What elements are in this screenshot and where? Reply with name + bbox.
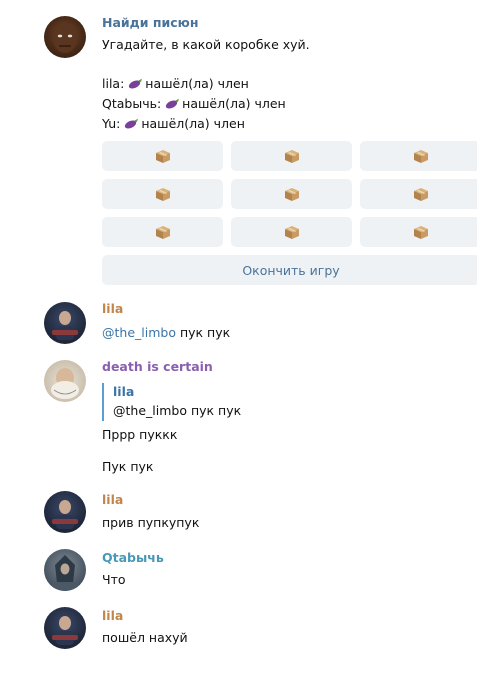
avatar[interactable]: [44, 607, 86, 649]
package-icon: [155, 149, 171, 164]
box-button[interactable]: [231, 179, 352, 209]
author-name[interactable]: lila: [102, 491, 477, 509]
avatar[interactable]: [44, 360, 86, 402]
message-text: Угадайте, в какой коробке хуй.: [102, 37, 310, 52]
author-name[interactable]: death is certain: [102, 358, 477, 376]
box-button[interactable]: [102, 141, 223, 171]
message-text-rest: пук пук: [175, 325, 231, 340]
box-button[interactable]: [102, 179, 223, 209]
author-name[interactable]: Qtabычь: [102, 549, 477, 567]
avatar[interactable]: [44, 302, 86, 344]
quote-author: lila: [113, 384, 135, 399]
result-line: Yu: нашёл(ла) член: [102, 114, 477, 134]
package-icon: [413, 225, 429, 240]
quote-text: @the_limbo пук пук: [113, 401, 241, 421]
result-user: Qtabычь:: [102, 96, 162, 111]
mention-link[interactable]: @the_limbo: [102, 325, 176, 340]
avatar[interactable]: [44, 16, 86, 58]
avatar[interactable]: [44, 549, 86, 591]
author-name[interactable]: lila: [102, 607, 477, 625]
package-icon: [413, 149, 429, 164]
package-icon: [284, 149, 300, 164]
result-line: Qtabычь: нашёл(ла) член: [102, 94, 477, 114]
author-name[interactable]: Найди писюн: [102, 14, 477, 32]
box-button[interactable]: [360, 141, 477, 171]
result-text: нашёл(ла) член: [145, 76, 249, 91]
message-text: пошёл нахуй: [102, 630, 188, 645]
message: Qtabычь Что: [0, 549, 477, 593]
result-text: нашёл(ла) член: [182, 96, 286, 111]
reply-quote[interactable]: lila @the_limbo пук пук: [102, 383, 241, 421]
message-text: Что: [102, 572, 126, 587]
package-icon: [284, 187, 300, 202]
eggplant-icon: [124, 118, 139, 129]
message: lila пошёл нахуй: [0, 607, 477, 651]
box-button[interactable]: [360, 179, 477, 209]
box-button[interactable]: [360, 217, 477, 247]
package-icon: [413, 187, 429, 202]
quote-mention: @the_limbo: [113, 403, 187, 418]
eggplant-icon: [165, 98, 180, 109]
package-icon: [284, 225, 300, 240]
finish-game-button[interactable]: Окончить игру: [102, 255, 477, 285]
message-text: @the_limbo пук пук: [102, 323, 477, 343]
result-line: lila: нашёл(ла) член: [102, 74, 477, 94]
author-name[interactable]: lila: [102, 300, 477, 318]
message-text: Пук пук: [102, 459, 154, 474]
result-text: нашёл(ла) член: [141, 116, 245, 131]
box-button[interactable]: [231, 141, 352, 171]
quote-text-rest: пук пук: [186, 403, 242, 418]
result-user: Yu:: [102, 116, 121, 131]
result-user: lila:: [102, 76, 125, 91]
message: lila прив пупкупук: [0, 491, 477, 535]
avatar[interactable]: [44, 491, 86, 533]
box-button[interactable]: [231, 217, 352, 247]
package-icon: [155, 187, 171, 202]
box-button[interactable]: [102, 217, 223, 247]
eggplant-icon: [128, 78, 143, 89]
package-icon: [155, 225, 171, 240]
message-text: Пррр пуккк: [102, 427, 178, 442]
message: lila @the_limbo пук пук: [0, 300, 477, 344]
message-text: прив пупкупук: [102, 515, 200, 530]
